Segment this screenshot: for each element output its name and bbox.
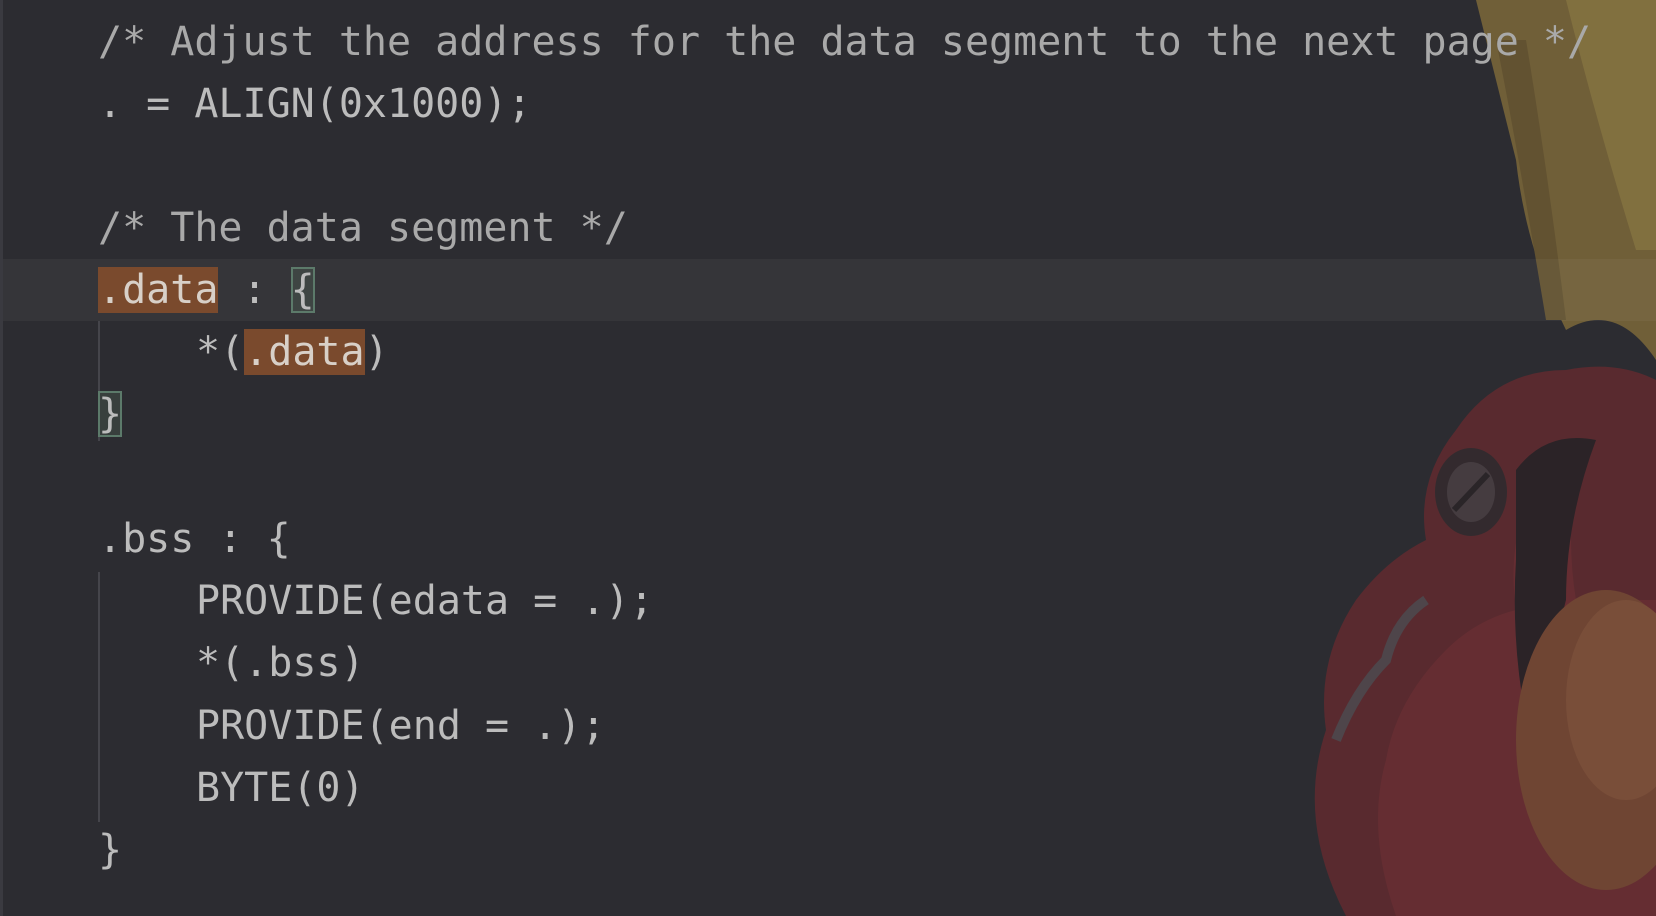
code-editor[interactable]: /* Adjust the address for the data segme…	[0, 0, 1656, 916]
code-token: *(	[196, 329, 245, 375]
code-line-1: /* Adjust the address for the data segme…	[98, 19, 1592, 65]
code-line-14: }	[98, 827, 123, 873]
code-token: *(.bss)	[196, 640, 365, 686]
code-line-4: /* The data segment */	[98, 205, 628, 251]
code-line-6: *(.data)	[98, 321, 389, 383]
code-token: PROVIDE(edata = .);	[196, 578, 654, 624]
anime-character-background	[1314, 0, 1656, 916]
code-line-9: .bss : {	[98, 516, 291, 562]
code-line-12: PROVIDE(end = .);	[98, 695, 605, 757]
matching-brace-close: }	[98, 391, 123, 437]
code-token: )	[364, 329, 389, 375]
matching-brace-open: {	[290, 267, 315, 313]
code-line-10: PROVIDE(edata = .);	[98, 570, 654, 632]
code-line-5: .data : {	[98, 259, 315, 321]
search-match-highlight: .data	[98, 267, 219, 313]
code-line-7: }	[98, 383, 123, 445]
code-line-13: BYTE(0)	[98, 757, 365, 819]
search-match-highlight: .data	[244, 329, 365, 375]
code-token: BYTE(0)	[196, 765, 365, 811]
code-line-2: . = ALIGN(0x1000);	[98, 81, 532, 127]
editor-gutter-border	[0, 0, 3, 916]
code-token: PROVIDE(end = .);	[196, 703, 606, 749]
code-line-11: *(.bss)	[98, 632, 365, 694]
code-token: :	[218, 267, 291, 313]
